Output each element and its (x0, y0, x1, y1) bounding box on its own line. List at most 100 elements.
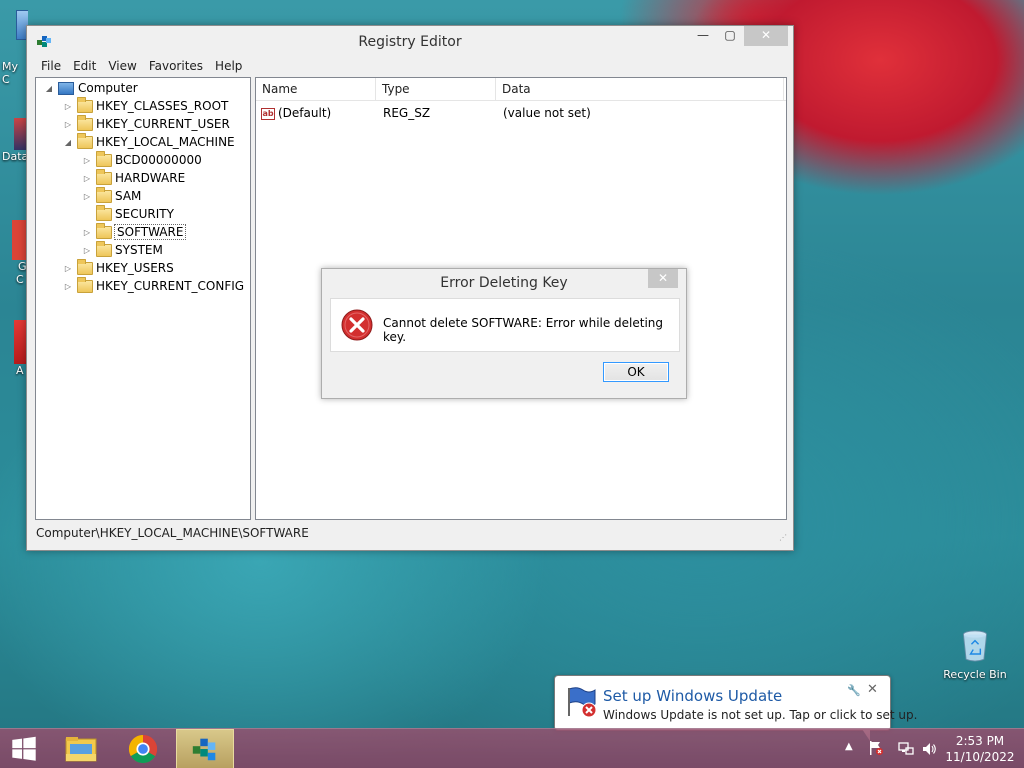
taskbar-registry-editor[interactable] (176, 729, 234, 768)
expand-icon[interactable]: ▷ (63, 120, 73, 129)
tree-item-label: HKEY_CLASSES_ROOT (96, 99, 229, 113)
folder-icon (77, 114, 93, 131)
speaker-icon (923, 743, 936, 755)
ok-button[interactable]: OK (603, 362, 669, 382)
desktop-icon-chrome[interactable]: G C (0, 220, 28, 286)
wrench-icon[interactable]: 🔧 (847, 684, 861, 697)
tree-item-sam[interactable]: ▷ SAM (82, 186, 142, 205)
windows-update-error-icon (568, 687, 597, 718)
column-header-data[interactable]: Data (496, 78, 784, 101)
expand-icon[interactable]: ▷ (82, 246, 92, 255)
tree-item-computer[interactable]: ◢ Computer (44, 79, 138, 97)
start-button[interactable] (0, 729, 48, 768)
expand-icon[interactable]: ▷ (63, 282, 73, 291)
desktop-icon-label: Data (2, 150, 28, 163)
expand-icon[interactable]: ▷ (82, 174, 92, 183)
value-type: REG_SZ (383, 106, 431, 120)
tree-item-label-selected: SOFTWARE (113, 224, 187, 240)
tree-item-label: HARDWARE (115, 171, 186, 185)
desktop-icon-recycle-bin[interactable]: Recycle Bin (940, 630, 1010, 681)
folder-open-icon (77, 132, 93, 149)
windows-update-notification[interactable]: Set up Windows Update Windows Update is … (554, 675, 917, 731)
list-item[interactable]: ab (Default) REG_SZ (value not set) (261, 104, 781, 122)
folder-icon (96, 204, 112, 221)
expand-icon[interactable]: ▷ (82, 156, 92, 165)
folder-icon (96, 150, 112, 167)
column-header-type[interactable]: Type (376, 78, 496, 101)
title-bar[interactable]: Registry Editor — ▢ ✕ (27, 26, 793, 56)
notification-close-icon[interactable]: ✕ (867, 682, 878, 697)
status-bar: Computer\HKEY_LOCAL_MACHINE\SOFTWARE ⋰ (27, 524, 793, 546)
folder-icon (96, 240, 112, 257)
tree-item-label: HKEY_USERS (96, 261, 174, 275)
taskbar: ▲ 2:53 PM 11/10/2022 (0, 728, 1024, 768)
menu-file[interactable]: File (35, 56, 67, 76)
tree-item-hkey-current-config[interactable]: ▷ HKEY_CURRENT_CONFIG (63, 276, 244, 295)
tree-item-hkey-current-user[interactable]: ▷ HKEY_CURRENT_USER (63, 114, 230, 133)
maximize-button[interactable]: ▢ (717, 26, 743, 46)
value-data: (value not set) (503, 106, 591, 120)
action-center-flag-icon[interactable] (868, 740, 884, 756)
recycle-bin-icon (963, 630, 987, 662)
expand-icon[interactable]: ▷ (82, 192, 92, 201)
menu-view[interactable]: View (102, 56, 142, 76)
error-icon (341, 309, 373, 341)
close-button[interactable]: ✕ (744, 26, 788, 46)
tree-item-label: SAM (115, 189, 142, 203)
tree-item-hkey-classes-root[interactable]: ▷ HKEY_CLASSES_ROOT (63, 96, 229, 115)
taskbar-chrome[interactable] (114, 729, 172, 768)
menu-help[interactable]: Help (209, 56, 248, 76)
desktop-icon-my-computer[interactable]: My C (0, 10, 28, 86)
minimize-button[interactable]: — (690, 26, 716, 46)
clock-date: 11/10/2022 (945, 750, 1015, 764)
clock[interactable]: 2:53 PM 11/10/2022 (944, 734, 1016, 764)
menu-favorites[interactable]: Favorites (143, 56, 209, 76)
show-hidden-icons-button[interactable]: ▲ (845, 741, 853, 752)
tree-item-security[interactable]: SECURITY (82, 204, 174, 223)
notification-text: Windows Update is not set up. Tap or cli… (603, 708, 918, 722)
tree-item-system[interactable]: ▷ SYSTEM (82, 240, 163, 259)
folder-icon (96, 168, 112, 185)
network-icon[interactable] (898, 741, 914, 760)
folder-icon (96, 222, 112, 239)
dialog-close-button[interactable]: ✕ (648, 269, 678, 288)
desktop-icon-app[interactable]: A (0, 320, 28, 377)
tree-item-bcd00000000[interactable]: ▷ BCD00000000 (82, 150, 202, 169)
key-tree[interactable]: ◢ Computer ▷ HKEY_CLASSES_ROOT ▷ HKEY_CU… (35, 77, 251, 520)
expand-icon[interactable]: ▷ (63, 102, 73, 111)
tree-item-label: HKEY_CURRENT_USER (96, 117, 230, 131)
resize-grip-icon[interactable]: ⋰ (779, 533, 789, 543)
list-header: Name Type Data (256, 78, 786, 101)
desktop-icon-data[interactable]: Data (0, 118, 28, 163)
tree-item-hkey-users[interactable]: ▷ HKEY_USERS (63, 258, 174, 277)
desktop-icon-label: G (18, 260, 27, 273)
expand-icon[interactable]: ▷ (82, 228, 92, 237)
clock-time: 2:53 PM (955, 734, 1005, 748)
desktop-icon-label: C (16, 273, 24, 286)
tree-item-hkey-local-machine[interactable]: ◢ HKEY_LOCAL_MACHINE (63, 132, 235, 151)
error-dialog: Error Deleting Key ✕ Cannot delete SOFTW… (321, 268, 687, 399)
collapse-icon[interactable]: ◢ (63, 138, 73, 147)
chrome-icon (128, 734, 158, 764)
dialog-body: Cannot delete SOFTWARE: Error while dele… (330, 298, 680, 352)
tree-item-hardware[interactable]: ▷ HARDWARE (82, 168, 186, 187)
desktop-icon-label: Recycle Bin (943, 668, 1007, 681)
notification-title: Set up Windows Update (603, 687, 783, 705)
tree-item-software[interactable]: ▷ SOFTWARE (82, 222, 187, 241)
desktop-icon-label: A (16, 364, 24, 377)
folder-icon (96, 186, 112, 203)
collapse-icon[interactable]: ◢ (44, 84, 54, 93)
flag-icon (870, 741, 884, 756)
expand-icon[interactable]: ▷ (63, 264, 73, 273)
volume-icon[interactable] (921, 741, 937, 760)
menu-edit[interactable]: Edit (67, 56, 102, 76)
tree-item-label: HKEY_LOCAL_MACHINE (96, 135, 235, 149)
tree-item-label: BCD00000000 (115, 153, 202, 167)
tree-item-label: Computer (78, 81, 138, 95)
desktop-icon-label: My C (2, 60, 19, 86)
column-header-name[interactable]: Name (256, 78, 376, 101)
folder-icon (77, 96, 93, 113)
menu-bar: File Edit View Favorites Help (27, 56, 793, 76)
taskbar-file-explorer[interactable] (52, 729, 110, 768)
status-path: Computer\HKEY_LOCAL_MACHINE\SOFTWARE (36, 526, 309, 540)
